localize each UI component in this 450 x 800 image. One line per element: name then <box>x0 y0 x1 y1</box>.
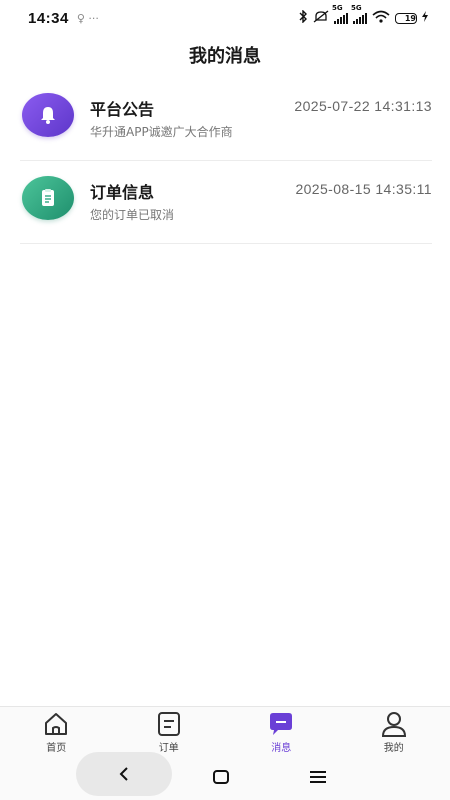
status-bar: 14:34 ♀ ··· 5G 5G 19 <box>0 0 450 36</box>
profile-icon <box>381 712 406 737</box>
battery-level: 19 <box>404 13 416 23</box>
message-time: 2025-08-15 14:35:11 <box>295 181 432 197</box>
status-icons: 5G 5G 19 <box>298 4 428 26</box>
status-left: 14:34 ♀ ··· <box>28 10 99 27</box>
status-time: 14:34 <box>28 9 69 27</box>
mute-icon <box>313 10 329 26</box>
order-icon <box>157 712 180 736</box>
home-square-icon <box>213 770 229 784</box>
tab-label: 我的 <box>383 743 404 754</box>
bell-icon <box>22 93 74 137</box>
status-extra: ♀ ··· <box>76 11 99 25</box>
network-type-2: 5G <box>351 4 362 12</box>
tab-label: 订单 <box>158 743 179 754</box>
tab-label: 首页 <box>46 743 67 754</box>
tab-profile[interactable]: 我的 <box>338 707 450 757</box>
wifi-icon <box>372 10 390 26</box>
message-title: 平台公告 <box>90 100 155 119</box>
signal-icon-2: 5G <box>351 4 367 24</box>
page-title: 我的消息 <box>189 46 261 67</box>
home-button[interactable] <box>212 769 230 789</box>
message-time: 2025-07-22 14:31:13 <box>294 98 432 114</box>
tab-label: 消息 <box>271 743 292 754</box>
back-icon <box>119 767 128 781</box>
message-icon <box>270 713 293 735</box>
tab-orders[interactable]: 订单 <box>113 707 226 757</box>
charging-icon <box>422 11 428 25</box>
message-preview: 您的订单已取消 <box>90 208 175 222</box>
tab-messages[interactable]: 消息 <box>225 707 338 757</box>
tab-home[interactable]: 首页 <box>0 707 113 757</box>
message-list: 平台公告 2025-07-22 14:31:13 华升通APP诚邀广大合作商 订… <box>0 78 450 244</box>
menu-button[interactable] <box>309 769 327 789</box>
system-nav-bar <box>0 752 450 800</box>
message-title: 订单信息 <box>90 183 155 202</box>
message-item-announcement[interactable]: 平台公告 2025-07-22 14:31:13 华升通APP诚邀广大合作商 <box>20 78 432 161</box>
home-icon <box>45 713 68 735</box>
message-preview: 华升通APP诚邀广大合作商 <box>90 125 233 139</box>
menu-icon <box>310 771 326 783</box>
message-item-order[interactable]: 订单信息 2025-08-15 14:35:11 您的订单已取消 <box>20 161 432 244</box>
battery-icon: 19 <box>395 12 417 24</box>
document-icon <box>22 176 74 220</box>
bluetooth-icon <box>298 9 308 26</box>
signal-icon-1: 5G <box>332 4 348 24</box>
network-type-1: 5G <box>332 4 343 12</box>
back-button[interactable] <box>76 752 172 796</box>
tab-bar: 首页 订单 消息 我的 <box>0 706 450 757</box>
